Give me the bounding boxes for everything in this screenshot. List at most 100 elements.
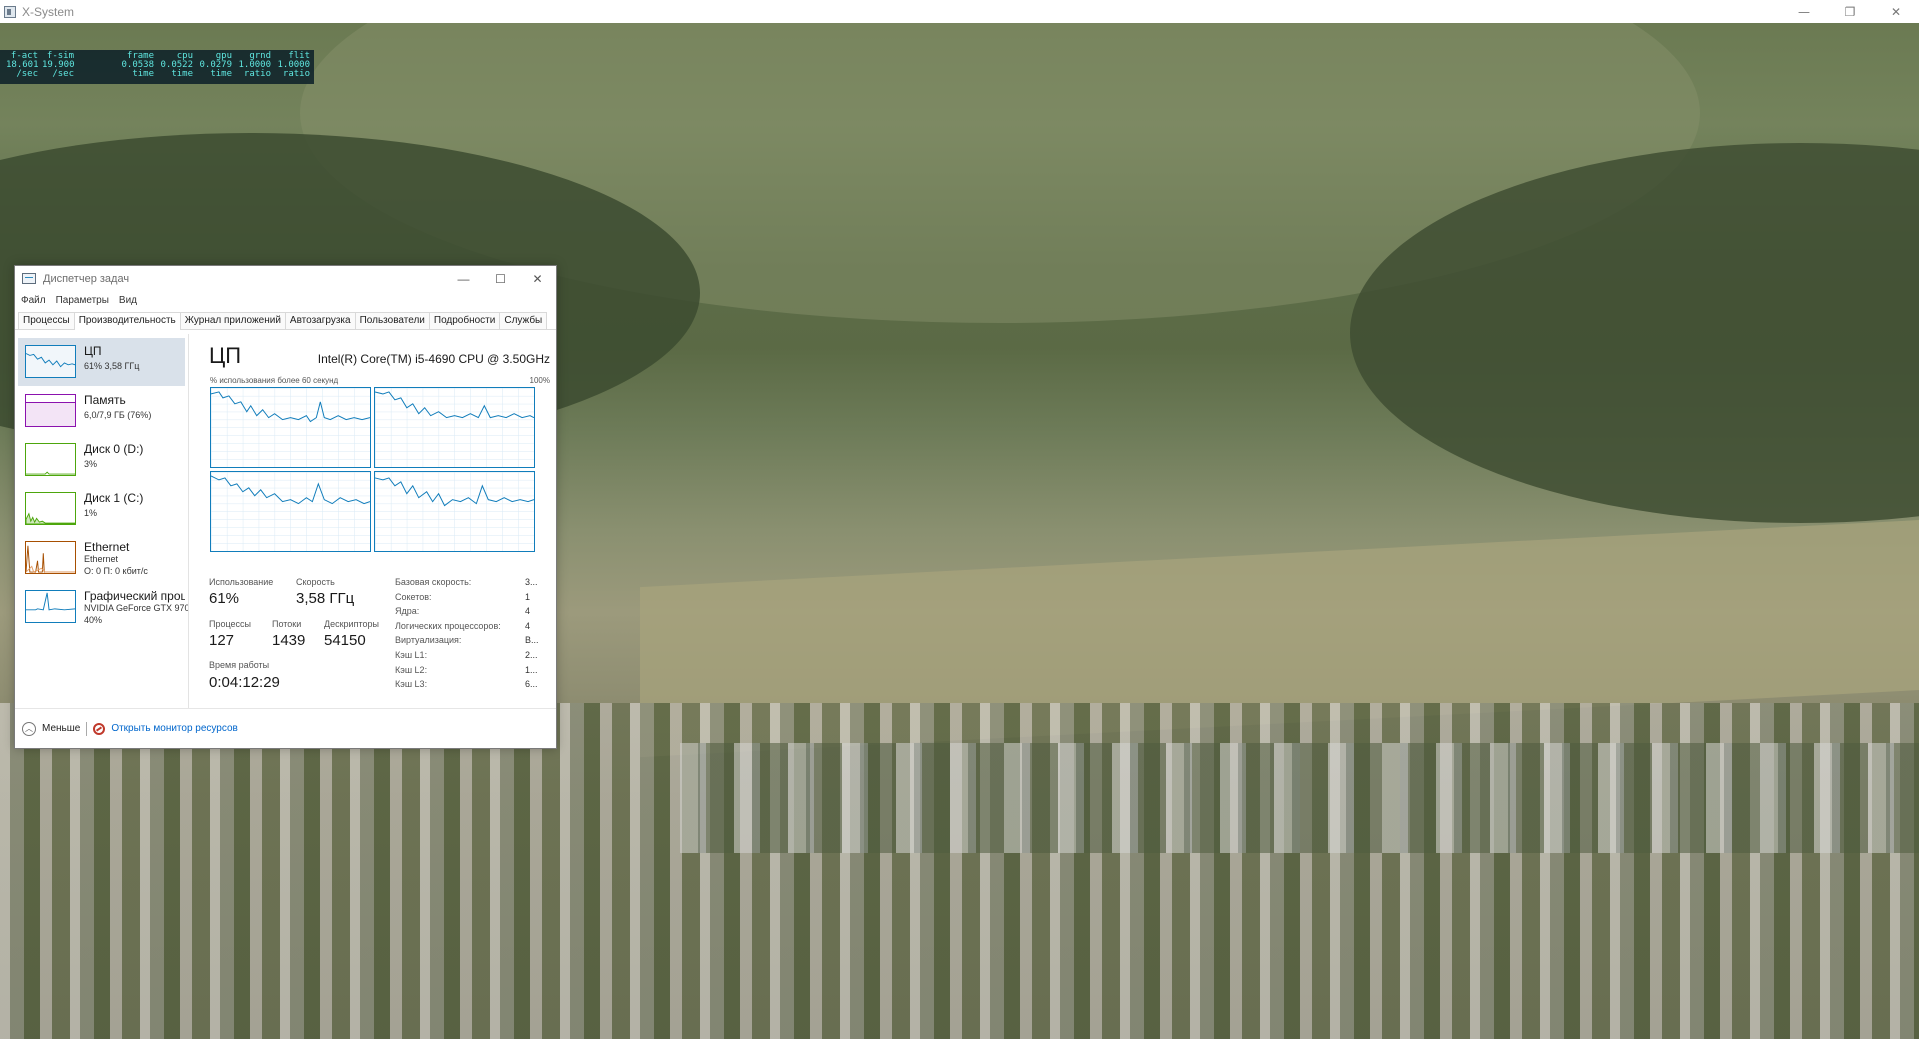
sidebar-item-gpu-name: Графический процессор — [84, 589, 185, 603]
task-manager-window[interactable]: Диспетчер задач — ☐ ✕ Файл Параметры Вид… — [14, 265, 557, 749]
disk-0-thumbnail-graph — [25, 443, 76, 476]
disk-1-thumbnail-graph — [25, 492, 76, 525]
sidebar-item-ethernet[interactable]: Ethernet Ethernet О: 0 П: 0 кбит/с — [18, 534, 185, 582]
spec-l2-cache-label: Кэш L2: — [395, 665, 428, 675]
speed-label: Скорость — [296, 577, 335, 587]
spec-l3-cache-value: 6... — [525, 679, 538, 689]
sidebar-item-disk-0-detail: 3% — [84, 459, 98, 469]
tab-users[interactable]: Пользователи — [354, 312, 430, 329]
sidebar-item-disk-1-name: Диск 1 (C:) — [84, 491, 144, 505]
tab-performance[interactable]: Производительность — [73, 312, 181, 330]
footer-divider — [86, 721, 88, 736]
spec-sockets-value: 1 — [525, 592, 531, 602]
cpu-core-graph — [374, 471, 535, 552]
spec-virtualization-label: Виртуализация: — [395, 635, 462, 645]
usage-label: Использование — [209, 577, 274, 587]
handles-value: 54150 — [324, 632, 366, 649]
spec-base-speed-value: 3... — [525, 577, 538, 587]
town-buildings-far — [680, 743, 1919, 853]
xsystem-restore-button[interactable]: ❐ — [1827, 0, 1873, 23]
stat-column: gpu 0.0279 time — [199, 51, 232, 79]
sidebar-item-cpu-detail: 61% 3,58 ГГц — [84, 361, 140, 371]
usage-value: 61% — [209, 590, 240, 607]
sidebar-item-gpu[interactable]: Графический процессор NVIDIA GeForce GTX… — [18, 583, 188, 631]
xsystem-titlebar[interactable]: X-System — ❐ ✕ — [0, 0, 1919, 23]
frame-rate-overlay: f-act 18.601/sec f-sim 19.900/sec frame 0.0… — [0, 50, 314, 84]
xsystem-close-button[interactable]: ✕ — [1873, 0, 1919, 23]
sidebar-item-disk-1[interactable]: Диск 1 (C:) 1% — [18, 485, 185, 533]
tab-processes[interactable]: Процессы — [18, 312, 75, 329]
fewer-details-button[interactable]: Меньше — [42, 723, 80, 734]
menu-options[interactable]: Параметры — [55, 295, 110, 306]
spec-base-speed-label: Базовая скорость: — [395, 577, 472, 587]
cpu-performance-panel: ЦП Intel(R) Core(TM) i5-4690 CPU @ 3.50G… — [207, 332, 550, 708]
uptime-label: Время работы — [209, 660, 270, 670]
spec-cores-value: 4 — [525, 606, 531, 616]
xsystem-app-icon — [4, 5, 16, 18]
cpu-core-graph — [210, 387, 371, 468]
threads-label: Потоки — [272, 619, 302, 629]
cpu-chart-label: % использования более 60 секунд — [210, 376, 339, 385]
task-manager-icon — [22, 273, 36, 284]
handles-label: Дескрипторы — [324, 619, 379, 629]
sidebar-item-disk-0[interactable]: Диск 0 (D:) 3% — [18, 436, 185, 484]
xsystem-minimize-button[interactable]: — — [1781, 0, 1827, 23]
sidebar-item-memory[interactable]: Память 6,0/7,9 ГБ (76%) — [18, 387, 185, 435]
sidebar-item-memory-detail: 6,0/7,9 ГБ (76%) — [84, 410, 152, 420]
spec-virtualization-value: В... — [525, 635, 539, 645]
cpu-thumbnail-graph — [25, 345, 76, 378]
spec-l1-cache-label: Кэш L1: — [395, 650, 428, 660]
threads-value: 1439 — [272, 632, 306, 649]
task-manager-title: Диспетчер задач — [43, 272, 130, 285]
sidebar-item-ethernet-adapter: Ethernet — [84, 554, 119, 564]
spec-logical-processors-value: 4 — [525, 621, 531, 631]
sidebar-item-ethernet-name: Ethernet — [84, 540, 130, 554]
minimize-button[interactable]: — — [445, 266, 482, 291]
tab-services[interactable]: Службы — [499, 312, 548, 329]
stat-column: frame 0.0538 time — [121, 51, 154, 79]
maximize-button[interactable]: ☐ — [482, 266, 519, 291]
processes-label: Процессы — [209, 619, 252, 629]
sidebar-item-disk-0-name: Диск 0 (D:) — [84, 442, 144, 456]
tab-startup[interactable]: Автозагрузка — [284, 312, 356, 329]
menu-file[interactable]: Файл — [20, 295, 47, 306]
spec-l1-cache-value: 2... — [525, 650, 538, 660]
chevron-up-icon[interactable]: ︿ — [22, 721, 36, 736]
close-button[interactable]: ✕ — [519, 266, 556, 291]
stat-column: f-act 18.601/sec — [6, 51, 39, 79]
task-manager-footer: ︿ Меньше Открыть монитор ресурсов — [15, 708, 556, 748]
sidebar-item-disk-1-detail: 1% — [84, 508, 98, 518]
page-title: ЦП — [209, 343, 242, 368]
cpu-core-graph — [210, 471, 371, 552]
menu-view[interactable]: Вид — [118, 295, 138, 306]
sidebar-item-cpu[interactable]: ЦП 61% 3,58 ГГц — [18, 338, 185, 386]
sidebar-item-gpu-usage: 40% — [84, 615, 103, 625]
sidebar-item-gpu-model: NVIDIA GeForce GTX 970 — [84, 603, 188, 613]
ethernet-thumbnail-graph — [25, 541, 76, 574]
menu-bar: Файл Параметры Вид — [15, 291, 556, 309]
tab-app-history[interactable]: Журнал приложений — [179, 312, 286, 329]
stat-column: grnd 1.0000 ratio — [238, 51, 271, 79]
stat-column: f-sim 19.900/sec — [42, 51, 75, 79]
stat-column: cpu 0.0522 time — [160, 51, 193, 79]
gpu-thumbnail-graph — [25, 590, 76, 623]
processes-value: 127 — [209, 632, 235, 649]
performance-sidebar: ЦП 61% 3,58 ГГц Память 6,0/7,9 ГБ (76%) … — [15, 334, 189, 708]
tab-bar: Процессы Производительность Журнал прило… — [15, 310, 556, 330]
sidebar-item-memory-name: Память — [84, 393, 126, 407]
speed-value: 3,58 ГГц — [296, 590, 355, 607]
open-resource-monitor-link[interactable]: Открыть монитор ресурсов — [111, 723, 238, 734]
spec-l3-cache-label: Кэш L3: — [395, 679, 428, 689]
memory-thumbnail-graph — [25, 394, 76, 427]
sidebar-item-cpu-name: ЦП — [84, 344, 102, 358]
spec-l2-cache-value: 1... — [525, 665, 538, 675]
spec-cores-label: Ядра: — [395, 606, 420, 616]
spec-sockets-label: Сокетов: — [395, 592, 432, 602]
cpu-core-graph — [374, 387, 535, 468]
xsystem-title: X-System — [22, 4, 75, 19]
cpu-chart-max-label: 100% — [529, 376, 550, 385]
tab-details[interactable]: Подробности — [428, 312, 501, 329]
task-manager-titlebar[interactable]: Диспетчер задач — ☐ ✕ — [15, 266, 556, 291]
resource-monitor-icon[interactable] — [93, 722, 106, 735]
spec-logical-processors-label: Логических процессоров: — [395, 621, 501, 631]
